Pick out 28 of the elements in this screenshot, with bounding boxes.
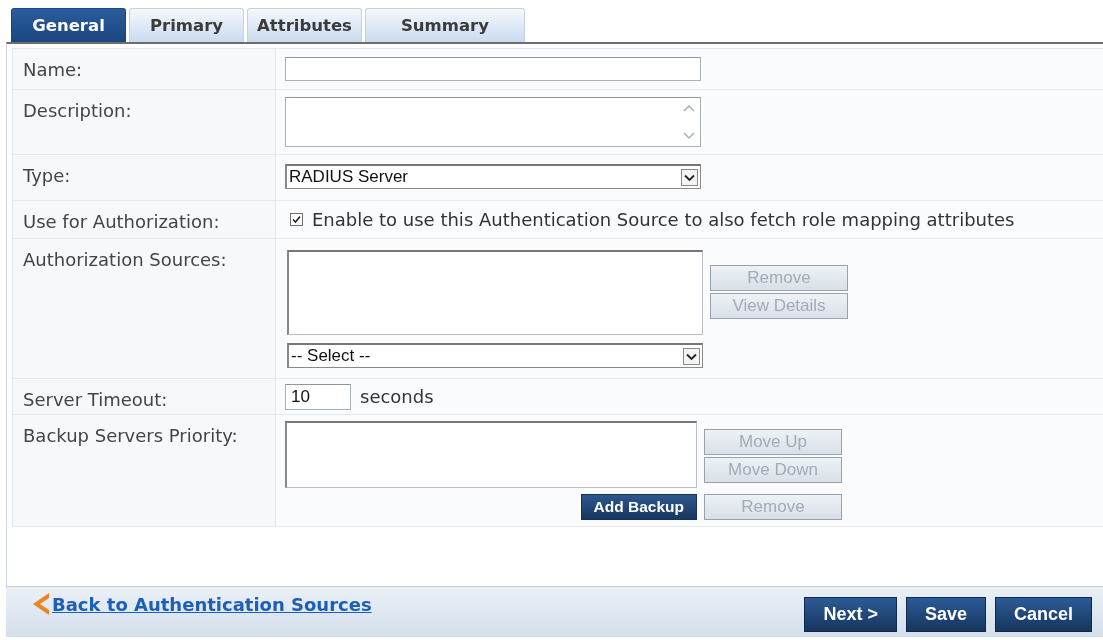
button[interactable]: Cancel [994, 597, 1092, 632]
dropdown[interactable]: -- Select -- [287, 343, 703, 368]
chevron-down-icon [683, 347, 700, 365]
field-label: Authorization Sources: [13, 239, 276, 379]
field-label: Type: [13, 155, 276, 201]
checkbox[interactable] [290, 213, 303, 226]
tab[interactable]: Attributes [247, 8, 362, 42]
button[interactable]: Add Backup [580, 494, 697, 520]
unit-label: seconds [360, 386, 434, 407]
list-box[interactable] [285, 421, 697, 488]
text-field[interactable] [285, 57, 701, 81]
textarea-field[interactable] [285, 97, 701, 147]
field-label: Use for Authorization: [13, 201, 276, 239]
back-link[interactable]: Back to Authentication Sources [52, 593, 372, 615]
button[interactable]: Next > [804, 597, 897, 632]
tab[interactable]: General [11, 8, 126, 42]
field-label: Backup Servers Priority: [13, 415, 276, 527]
button[interactable]: Save [905, 597, 986, 632]
dropdown[interactable]: RADIUS Server [285, 164, 701, 189]
list-box[interactable] [287, 250, 703, 335]
field-label: Description: [13, 90, 276, 155]
number-field[interactable]: 10 [285, 383, 351, 410]
tab[interactable]: Primary [129, 8, 244, 42]
field-label: Name: [13, 49, 276, 90]
checkbox-label: Enable to use this Authentication Source to also fetch role mapping attributes [312, 209, 1015, 230]
chevron-left-icon[interactable] [33, 593, 49, 615]
field-label: Server Timeout: [13, 379, 276, 415]
chevron-down-icon [681, 168, 698, 186]
